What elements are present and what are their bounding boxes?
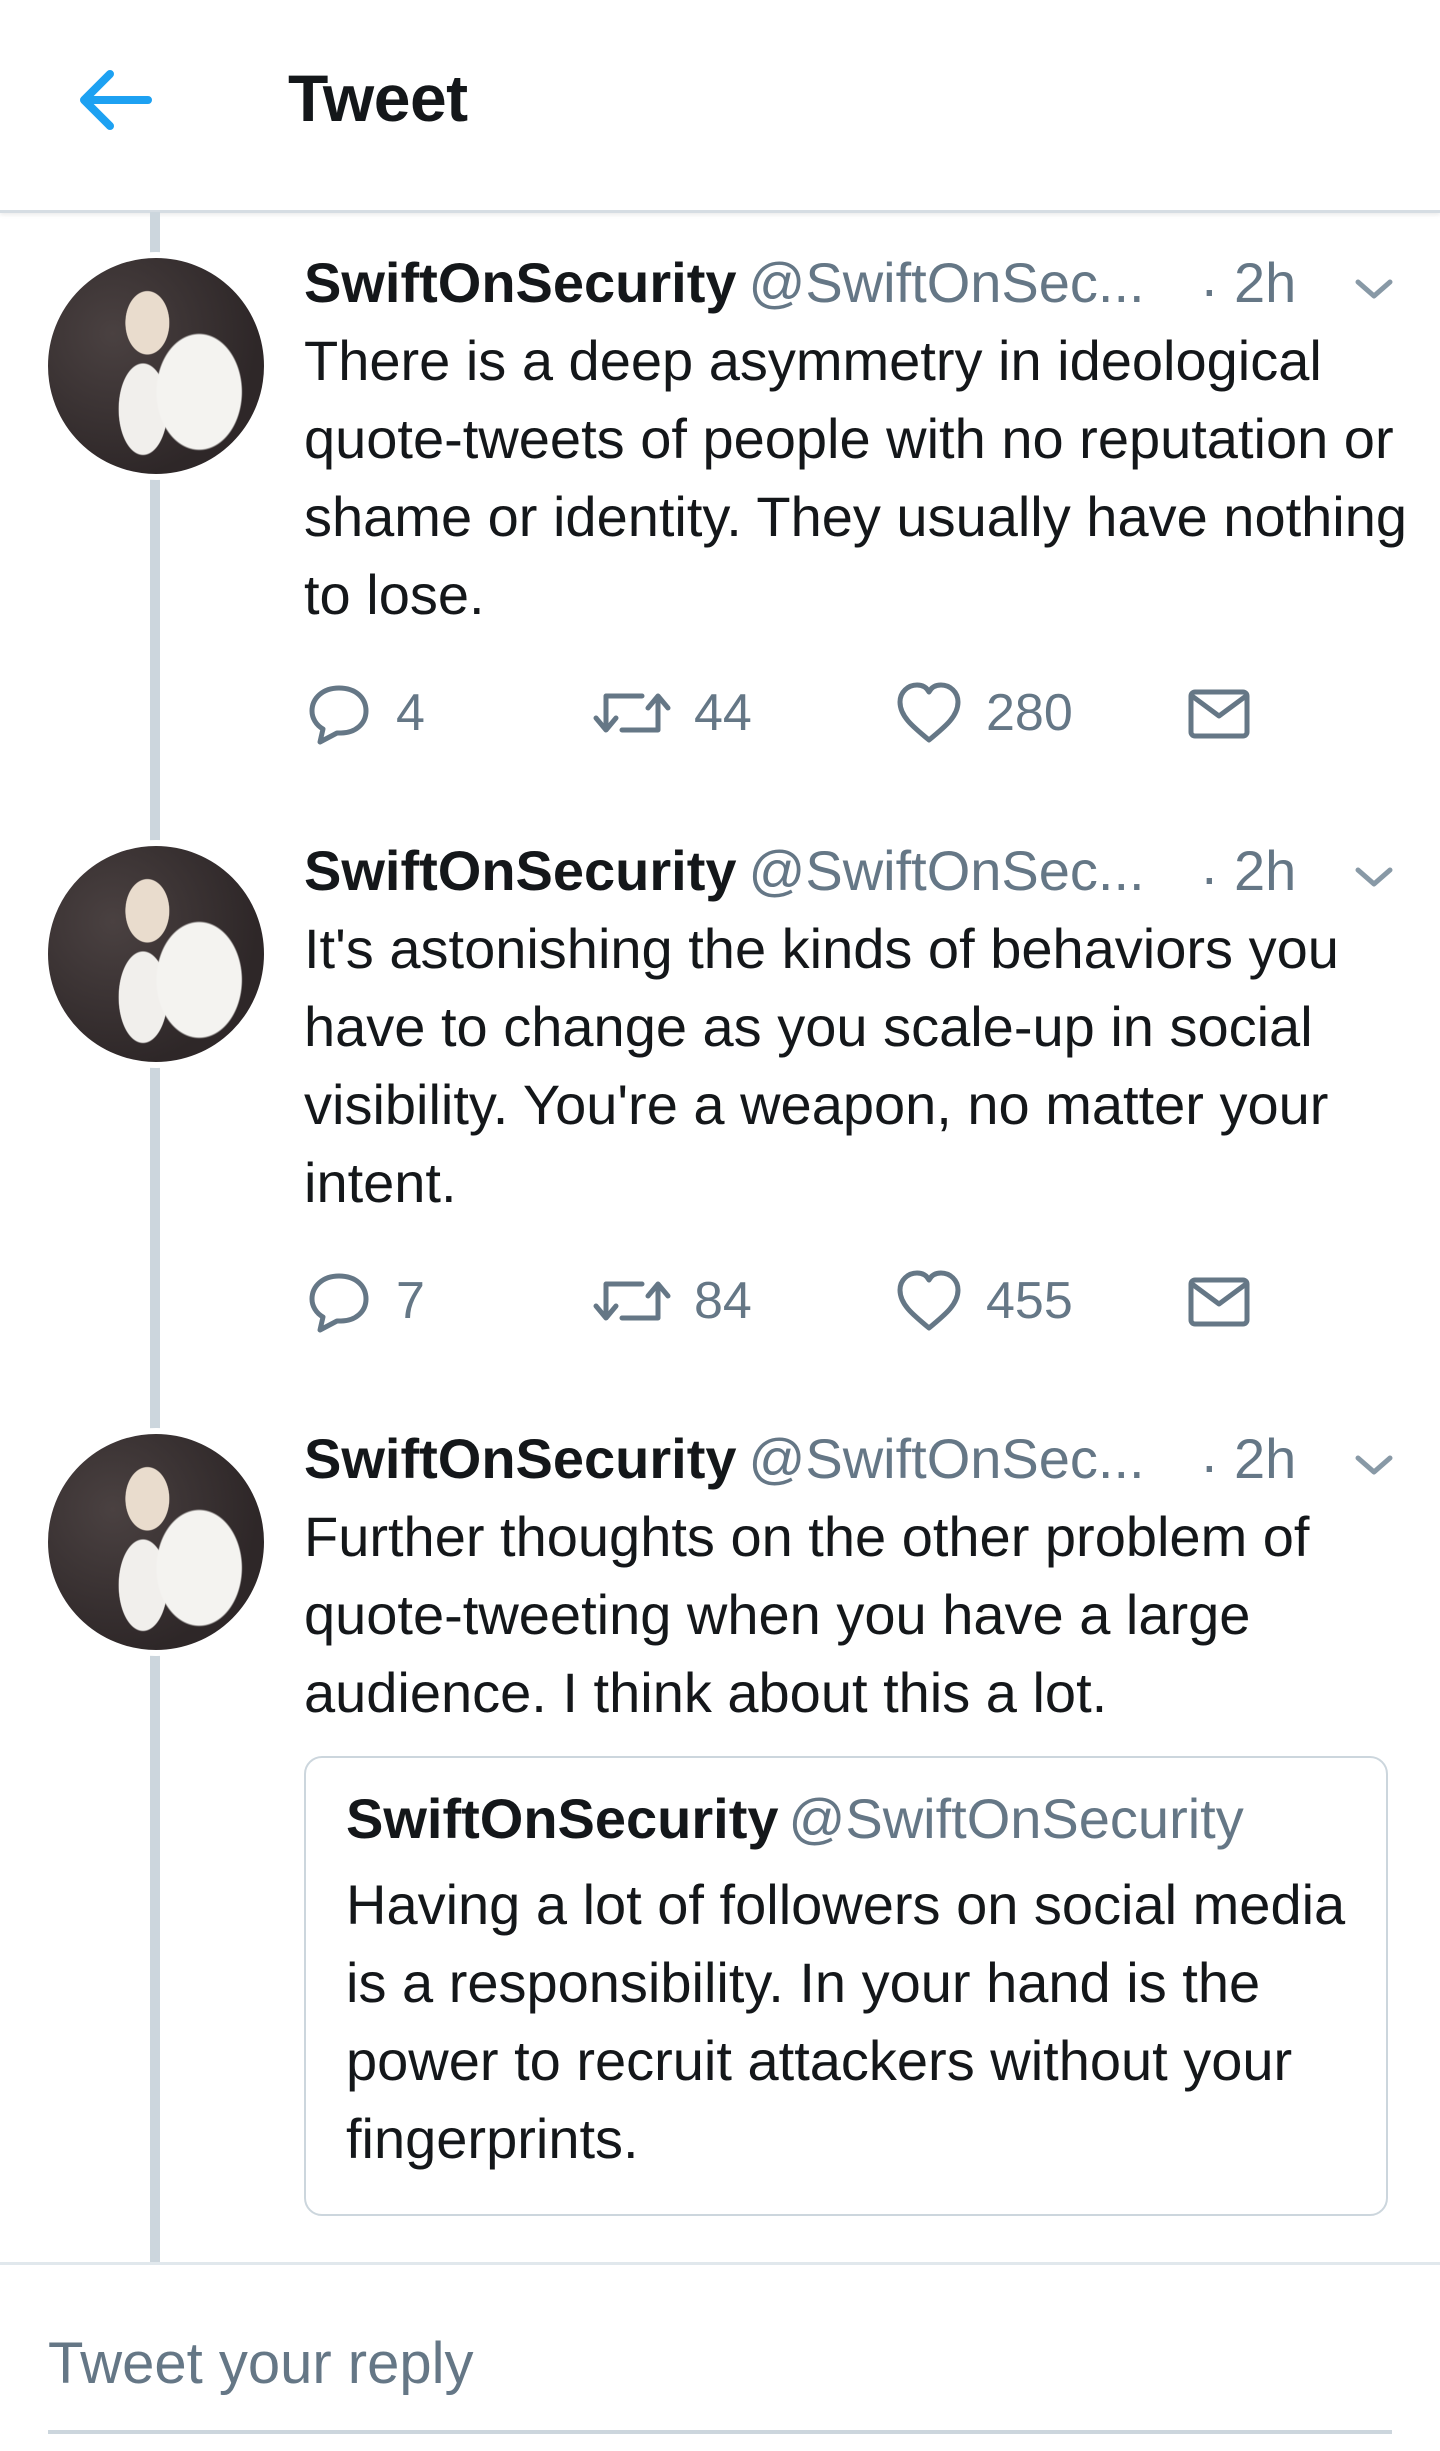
like-count: 280	[986, 684, 1073, 742]
tweet-header: SwiftOnSecurity @SwiftOnSec... · 2h	[304, 1426, 1404, 1506]
tweet-header: SwiftOnSecurity @SwiftOnSec... · 2h	[304, 250, 1404, 330]
back-button[interactable]	[70, 60, 160, 140]
reply-button[interactable]: 4	[304, 678, 425, 748]
heart-icon	[897, 1270, 961, 1331]
author-handle[interactable]: @SwiftOnSec...	[749, 1427, 1145, 1490]
tweet-text: There is a deep asymmetry in ideological…	[304, 329, 1408, 626]
quoted-tweet-text: Having a lot of followers on social medi…	[346, 1873, 1346, 2170]
reply-icon	[309, 685, 369, 745]
direct-message-button[interactable]	[1184, 1266, 1254, 1336]
top-bar: Tweet	[0, 0, 1440, 213]
tweet-menu-button[interactable]	[1344, 1440, 1404, 1490]
chevron-down-icon	[1355, 1455, 1393, 1475]
reply-icon	[309, 1273, 369, 1333]
tweet[interactable]: SwiftOnSecurity @SwiftOnSec... · 2h Furth…	[0, 1388, 1440, 2248]
quoted-tweet-card[interactable]: SwiftOnSecurity @SwiftOnSecurity Having a…	[304, 1756, 1388, 2216]
chevron-down-icon	[1355, 279, 1393, 299]
timestamp[interactable]: 2h	[1234, 250, 1296, 315]
direct-message-button[interactable]	[1184, 678, 1254, 748]
arrow-left-icon	[80, 70, 152, 130]
author-handle[interactable]: @SwiftOnSec...	[749, 839, 1145, 902]
like-button[interactable]: 455	[894, 1266, 1073, 1336]
heart-icon	[897, 682, 961, 743]
avatar[interactable]	[42, 840, 270, 1068]
reply-count: 4	[396, 684, 425, 742]
retweet-icon	[593, 1281, 671, 1321]
reply-count: 7	[396, 1272, 425, 1330]
quoted-author-name: SwiftOnSecurity	[346, 1787, 779, 1850]
like-count: 455	[986, 1272, 1073, 1330]
quoted-author-handle: @SwiftOnSecurity	[788, 1787, 1244, 1850]
tweet-menu-button[interactable]	[1344, 852, 1404, 902]
retweet-button[interactable]: 84	[592, 1266, 752, 1336]
tweet[interactable]: SwiftOnSecurity @SwiftOnSec... · 2h It's …	[0, 800, 1440, 1380]
retweet-count: 84	[694, 1272, 752, 1330]
avatar[interactable]	[42, 1428, 270, 1656]
tweet-text: Further thoughts on the other problem of…	[304, 1505, 1310, 1724]
separator-dot: ·	[1200, 1433, 1219, 1496]
envelope-icon	[1188, 689, 1250, 739]
author-handle[interactable]: @SwiftOnSec...	[749, 251, 1145, 314]
envelope-icon	[1188, 1277, 1250, 1327]
quoted-tweet-header: SwiftOnSecurity @SwiftOnSecurity	[346, 1786, 1244, 1851]
tweet-actions: 7 84 455	[304, 1266, 1404, 1346]
page-title: Tweet	[288, 61, 468, 135]
tweet[interactable]: SwiftOnSecurity @SwiftOnSec... · 2h There…	[0, 212, 1440, 792]
author-name[interactable]: SwiftOnSecurity	[304, 839, 737, 902]
reply-button[interactable]: 7	[304, 1266, 425, 1336]
reply-placeholder: Tweet your reply	[48, 2331, 474, 2396]
retweet-count: 44	[694, 684, 752, 742]
reply-input[interactable]: Tweet your reply	[48, 2300, 1392, 2434]
tweet-actions: 4 44 280	[304, 678, 1404, 758]
separator-dot: ·	[1200, 845, 1219, 908]
tweet-header: SwiftOnSecurity @SwiftOnSec... · 2h	[304, 838, 1404, 918]
author-name[interactable]: SwiftOnSecurity	[304, 251, 737, 314]
retweet-button[interactable]: 44	[592, 678, 752, 748]
divider	[0, 2262, 1440, 2265]
timestamp[interactable]: 2h	[1234, 1426, 1296, 1491]
author-name[interactable]: SwiftOnSecurity	[304, 1427, 737, 1490]
tweet-text: It's astonishing the kinds of behaviors …	[304, 917, 1339, 1214]
tweet-menu-button[interactable]	[1344, 264, 1404, 314]
separator-dot: ·	[1200, 257, 1219, 320]
like-button[interactable]: 280	[894, 678, 1073, 748]
chevron-down-icon	[1355, 867, 1393, 887]
retweet-icon	[593, 693, 671, 733]
avatar[interactable]	[42, 252, 270, 480]
timestamp[interactable]: 2h	[1234, 838, 1296, 903]
